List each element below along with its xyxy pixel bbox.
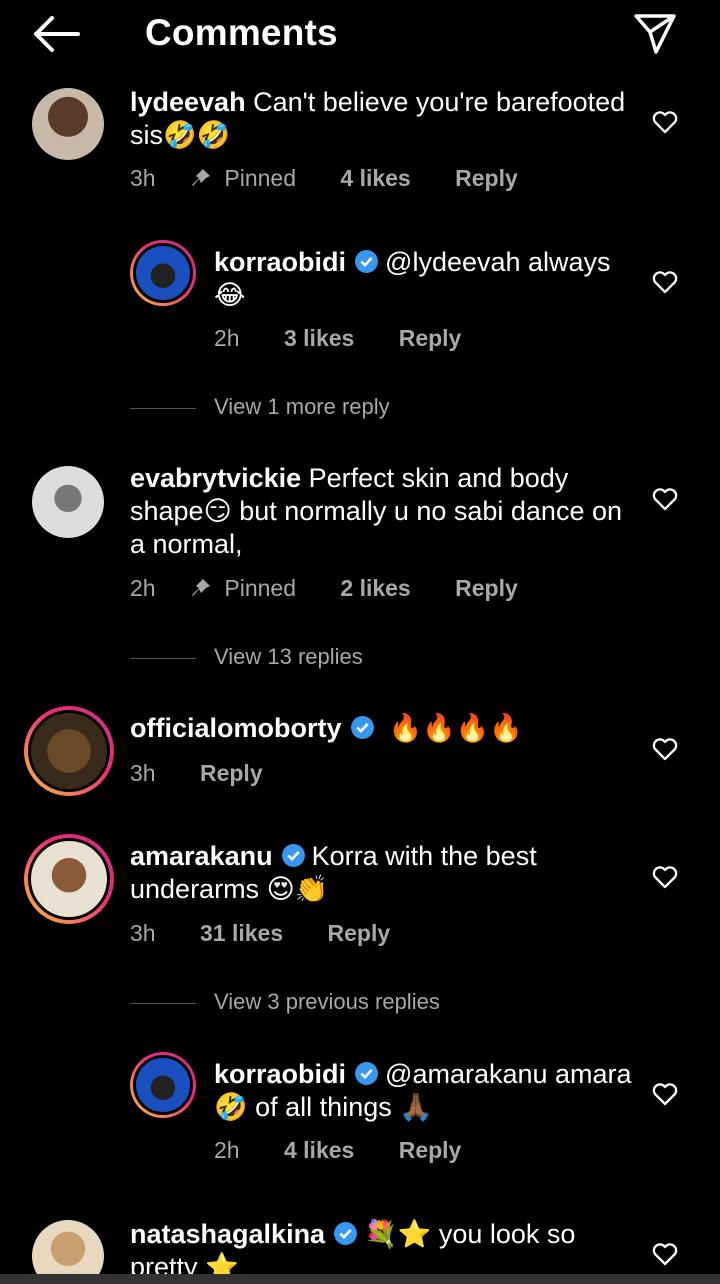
comment-meta: 3h Pinned 4 likes Reply xyxy=(130,165,518,192)
username[interactable]: amarakanu xyxy=(130,841,273,871)
timestamp: 3h xyxy=(130,165,156,191)
heart-icon[interactable] xyxy=(652,1242,678,1266)
divider xyxy=(130,407,196,409)
username[interactable]: korraobidi xyxy=(214,1059,346,1089)
divider xyxy=(130,1002,196,1004)
comment-meta: 2h 3 likes Reply xyxy=(214,325,461,352)
comment-text: korraobidi @lydeevah always 😂 xyxy=(214,247,611,310)
comment-text: korraobidi @amarakanu amara🤣 of all thing… xyxy=(214,1059,632,1122)
likes-count[interactable]: 31 likes xyxy=(200,920,283,947)
heart-icon[interactable] xyxy=(652,737,678,761)
comment-text: amarakanu Korra with the best underarms 😍… xyxy=(130,841,537,904)
verified-icon xyxy=(355,250,378,273)
emoji: 💐⭐ xyxy=(364,1219,432,1249)
emoji: 🤣 xyxy=(214,1092,248,1122)
timestamp: 2h xyxy=(214,325,240,351)
likes-count[interactable]: 4 likes xyxy=(284,1137,354,1164)
comment-meta: 3h Reply xyxy=(130,760,263,787)
verified-icon xyxy=(350,716,374,739)
view-more-replies[interactable]: View 1 more reply xyxy=(130,394,390,420)
emoji: 😍👏 xyxy=(266,874,329,904)
reply-button[interactable]: Reply xyxy=(399,1137,462,1164)
reply-button[interactable]: Reply xyxy=(328,920,391,947)
verified-icon xyxy=(334,1222,358,1245)
verified-icon xyxy=(355,1062,378,1085)
emoji: ⭐ xyxy=(205,1252,239,1274)
timestamp: 2h xyxy=(130,575,156,601)
page-title: Comments xyxy=(145,12,338,53)
verified-icon xyxy=(281,844,305,867)
username[interactable]: evabrytvickie xyxy=(130,463,301,493)
emoji: 🔥🔥🔥🔥 xyxy=(388,713,523,743)
username[interactable]: lydeevah xyxy=(130,87,246,117)
pin-icon xyxy=(190,575,212,602)
avatar[interactable] xyxy=(32,88,104,160)
username[interactable]: officialomoborty xyxy=(130,713,342,743)
pin-icon xyxy=(190,165,212,192)
timestamp: 3h xyxy=(130,920,156,946)
avatar[interactable] xyxy=(24,834,114,924)
likes-count[interactable]: 2 likes xyxy=(340,575,410,602)
pinned-label: Pinned xyxy=(224,165,296,191)
heart-icon[interactable] xyxy=(652,487,678,511)
view-more-replies[interactable]: View 13 replies xyxy=(130,644,363,670)
heart-icon[interactable] xyxy=(652,865,678,889)
header-bar: Comments xyxy=(0,0,720,70)
comment-text: lydeevah Can't believe you're barefooted… xyxy=(130,87,626,150)
bottom-bar xyxy=(0,1274,720,1284)
username[interactable]: korraobidi xyxy=(214,247,346,277)
heart-icon[interactable] xyxy=(652,270,678,294)
username[interactable]: natashagalkina xyxy=(130,1219,325,1249)
view-more-replies[interactable]: View 3 previous replies xyxy=(130,989,440,1015)
emoji: 😏 xyxy=(203,496,232,526)
arrow-left-icon[interactable] xyxy=(30,12,82,56)
heart-icon[interactable] xyxy=(652,110,678,134)
comment-text: officialomoborty 🔥🔥🔥🔥 xyxy=(130,712,630,745)
comment-text: natashagalkina 💐⭐ you look so pretty ⭐ xyxy=(130,1218,630,1274)
paper-plane-icon[interactable] xyxy=(630,12,680,56)
avatar[interactable] xyxy=(130,240,196,306)
reply-button[interactable]: Reply xyxy=(455,575,518,602)
divider xyxy=(130,657,196,659)
reply-button[interactable]: Reply xyxy=(200,760,263,787)
likes-count[interactable]: 4 likes xyxy=(340,165,410,192)
avatar[interactable] xyxy=(24,706,114,796)
emoji: 😂 xyxy=(214,280,246,310)
timestamp: 3h xyxy=(130,760,156,786)
heart-icon[interactable] xyxy=(652,1082,678,1106)
avatar[interactable] xyxy=(32,466,104,538)
avatar[interactable] xyxy=(130,1052,196,1118)
emoji: 🤣🤣 xyxy=(163,120,231,150)
reply-button[interactable]: Reply xyxy=(455,165,518,192)
comment-meta: 2h Pinned 2 likes Reply xyxy=(130,575,518,602)
reply-button[interactable]: Reply xyxy=(399,325,462,352)
timestamp: 2h xyxy=(214,1137,240,1163)
likes-count[interactable]: 3 likes xyxy=(284,325,354,352)
emoji: 🙏🏾 xyxy=(399,1092,433,1122)
pinned-label: Pinned xyxy=(224,575,296,601)
comment-text: evabrytvickie Perfect skin and body shap… xyxy=(130,463,622,559)
comment-meta: 2h 4 likes Reply xyxy=(214,1137,461,1164)
comment-meta: 3h 31 likes Reply xyxy=(130,920,390,947)
